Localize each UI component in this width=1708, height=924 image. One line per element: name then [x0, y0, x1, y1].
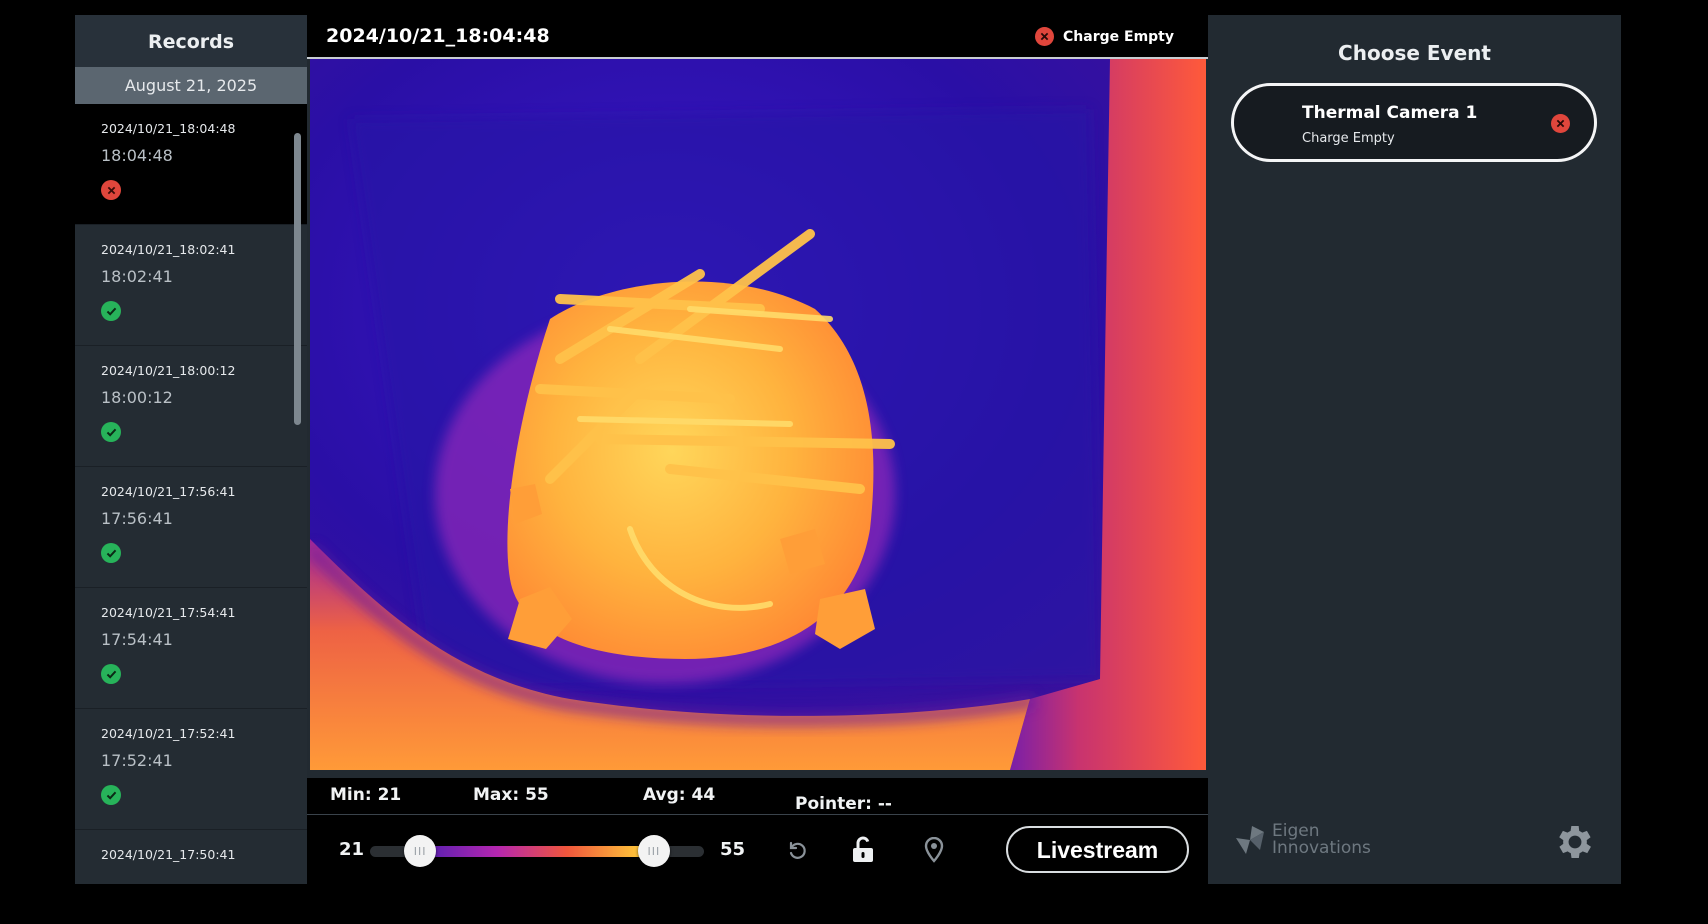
- record-item[interactable]: 2024/10/21_17:52:41 17:52:41: [75, 709, 307, 830]
- check-status-icon: [101, 785, 121, 805]
- range-high-handle[interactable]: III: [637, 835, 670, 867]
- record-time: 17:52:41: [101, 751, 173, 770]
- error-status-icon: [101, 180, 121, 200]
- viewer-status-label: Charge Empty: [1063, 28, 1174, 45]
- livestream-button[interactable]: Livestream: [1006, 826, 1189, 873]
- event-name: Thermal Camera 1: [1302, 103, 1478, 123]
- range-low-handle[interactable]: III: [404, 835, 437, 867]
- record-time: 18:04:48: [101, 146, 173, 165]
- range-max-label: 55: [720, 839, 746, 860]
- temperature-stats: Min: 21 Max: 55 Avg: 44 Pointer: --: [307, 778, 1208, 815]
- record-time: 18:02:41: [101, 267, 173, 286]
- stat-max: Max: 55: [473, 785, 549, 805]
- viewer-controls: 21 III III 55 Livestream: [307, 815, 1208, 884]
- event-panel-title: Choose Event: [1338, 41, 1491, 65]
- records-sidebar: Records August 21, 2025 2024/10/21_18:04…: [75, 15, 307, 884]
- viewer-status: Charge Empty: [1035, 27, 1174, 46]
- record-timestamp: 2024/10/21_18:04:48: [101, 121, 236, 136]
- stat-avg: Avg: 44: [643, 785, 716, 805]
- record-timestamp: 2024/10/21_17:54:41: [101, 605, 236, 620]
- record-time: 17:56:41: [101, 509, 173, 528]
- record-timestamp: 2024/10/21_17:56:41: [101, 484, 236, 499]
- check-status-icon: [101, 543, 121, 563]
- eigen-logo: Eigen Innovations: [1234, 823, 1371, 857]
- check-status-icon: [101, 422, 121, 442]
- record-item[interactable]: 2024/10/21_17:50:41: [75, 830, 307, 884]
- records-list: 2024/10/21_18:04:48 18:04:48 2024/10/21_18…: [75, 104, 307, 884]
- record-time: 17:54:41: [101, 630, 173, 649]
- records-title: Records: [75, 15, 307, 67]
- record-item[interactable]: 2024/10/21_18:02:41 18:02:41: [75, 225, 307, 346]
- record-item[interactable]: 2024/10/21_17:56:41 17:56:41: [75, 467, 307, 588]
- map-pin-icon[interactable]: [919, 835, 949, 865]
- rotate-left-icon[interactable]: [782, 835, 812, 865]
- unlock-icon[interactable]: [848, 835, 878, 865]
- record-timestamp: 2024/10/21_17:50:41: [101, 847, 236, 862]
- range-fill: [416, 846, 648, 857]
- viewer-timestamp: 2024/10/21_18:04:48: [326, 25, 550, 47]
- records-date-header: August 21, 2025: [75, 67, 307, 104]
- stat-min: Min: 21: [330, 785, 402, 805]
- event-status: Charge Empty: [1302, 131, 1395, 146]
- record-timestamp: 2024/10/21_18:00:12: [101, 363, 236, 378]
- record-item[interactable]: 2024/10/21_17:54:41 17:54:41: [75, 588, 307, 709]
- close-circle-icon: [1551, 114, 1570, 133]
- record-item[interactable]: 2024/10/21_18:04:48 18:04:48: [75, 104, 307, 225]
- event-panel: Choose Event Thermal Camera 1 Charge Emp…: [1208, 15, 1621, 884]
- records-scrollbar[interactable]: [294, 133, 301, 425]
- record-timestamp: 2024/10/21_18:02:41: [101, 242, 236, 257]
- logo-line-2: Innovations: [1272, 838, 1371, 858]
- close-circle-icon: [1035, 27, 1055, 46]
- event-card-thermal-camera-1[interactable]: Thermal Camera 1 Charge Empty: [1231, 83, 1597, 162]
- viewer-header: 2024/10/21_18:04:48 Charge Empty: [307, 15, 1208, 59]
- record-timestamp: 2024/10/21_17:52:41: [101, 726, 236, 741]
- record-item[interactable]: 2024/10/21_18:00:12 18:00:12: [75, 346, 307, 467]
- thermal-image[interactable]: [310, 59, 1206, 770]
- check-status-icon: [101, 301, 121, 321]
- eigen-logo-icon: [1236, 826, 1264, 854]
- gear-icon[interactable]: [1553, 820, 1597, 864]
- record-time: 18:00:12: [101, 388, 173, 407]
- thermal-image-graphic: [310, 59, 1206, 770]
- check-status-icon: [101, 664, 121, 684]
- stat-pointer: Pointer: --: [795, 794, 892, 814]
- range-min-label: 21: [339, 839, 365, 860]
